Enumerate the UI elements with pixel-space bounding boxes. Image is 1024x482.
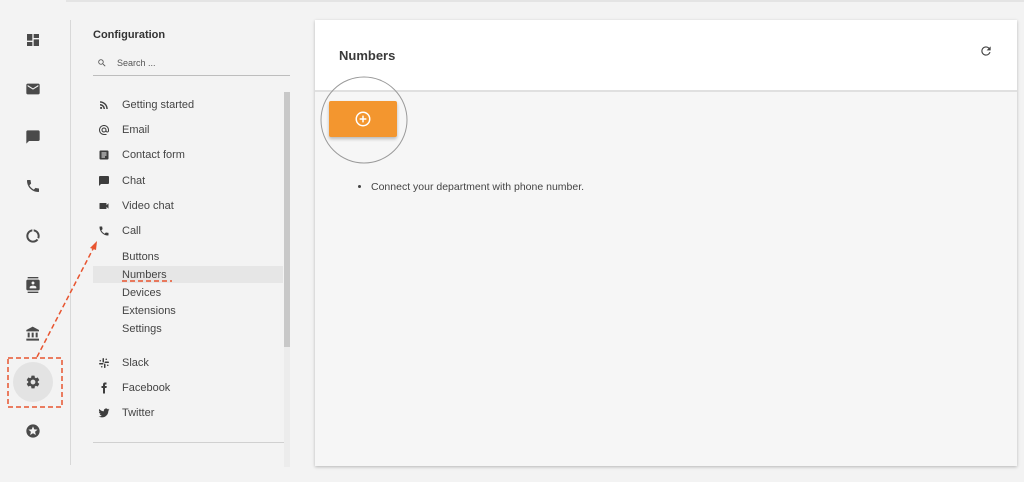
twitter-icon <box>97 406 111 420</box>
settings-gear-icon <box>26 375 40 389</box>
nav-scrollbar-thumb[interactable] <box>284 92 290 347</box>
rail-settings-button[interactable] <box>13 362 53 402</box>
rail-star-button[interactable] <box>13 411 53 451</box>
nav-item-contact-form[interactable]: Contact form <box>93 145 283 165</box>
rail-dashboard-button[interactable] <box>13 20 53 60</box>
search-input[interactable] <box>117 55 285 71</box>
icon-rail <box>0 0 66 482</box>
help-list: Connect your department with phone numbe… <box>371 181 584 193</box>
rail-divider <box>70 20 71 465</box>
nav-item-label: Video chat <box>122 200 174 212</box>
at-sign-icon <box>97 123 111 137</box>
nav-item-twitter[interactable]: Twitter <box>93 403 283 423</box>
nav-item-label: Email <box>122 124 150 136</box>
nav-item-label: Chat <box>122 175 146 187</box>
refresh-icon <box>981 46 991 56</box>
nav-item-call[interactable]: Call <box>93 221 283 241</box>
star-badge-icon <box>26 424 40 438</box>
config-bottom-divider <box>93 442 284 443</box>
add-number-button[interactable] <box>329 101 397 137</box>
nav-item-label: Call <box>122 225 141 237</box>
plus-circle-icon <box>355 111 371 127</box>
nav-item-label: Contact form <box>122 149 185 161</box>
nav-item-getting-started[interactable]: Getting started <box>93 95 283 115</box>
rail-phone-button[interactable] <box>13 166 53 206</box>
help-text: Connect your department with phone numbe… <box>371 181 584 193</box>
page-title: Numbers <box>339 48 396 63</box>
sub-item-numbers[interactable]: Numbers <box>93 266 283 283</box>
nav-item-label: Getting started <box>122 99 195 111</box>
nav-item-chat[interactable]: Chat <box>93 171 283 191</box>
facebook-icon <box>97 381 111 395</box>
refresh-button[interactable] <box>979 44 995 60</box>
dashboard-icon <box>27 34 39 46</box>
mail-icon <box>26 83 40 95</box>
sub-item-devices[interactable]: Devices <box>93 284 283 301</box>
nav-item-label: Facebook <box>122 382 171 394</box>
form-icon <box>97 148 111 162</box>
bank-icon <box>26 326 39 341</box>
card-header: Numbers <box>315 20 1017 92</box>
nav-item-facebook[interactable]: Facebook <box>93 378 283 398</box>
sub-item-buttons[interactable]: Buttons <box>93 248 283 265</box>
rail-contacts-button[interactable] <box>13 265 53 305</box>
numbers-card: Numbers Connect your department with pho… <box>315 20 1017 466</box>
search-box <box>93 52 290 76</box>
chat-icon <box>26 130 40 144</box>
rail-chat-button[interactable] <box>13 117 53 157</box>
slack-icon <box>97 356 111 370</box>
sub-item-settings[interactable]: Settings <box>93 320 283 337</box>
chat-bubble-icon <box>97 174 111 188</box>
rail-mail-button[interactable] <box>13 69 53 109</box>
phone-icon <box>27 180 39 192</box>
nav-item-video-chat[interactable]: Video chat <box>93 196 283 216</box>
reports-icon <box>26 229 40 243</box>
rail-bank-button[interactable] <box>13 314 53 354</box>
rss-icon <box>97 98 111 112</box>
nav-item-label: Slack <box>122 357 149 369</box>
search-icon <box>98 59 106 67</box>
nav-item-slack[interactable]: Slack <box>93 353 283 373</box>
nav-item-email[interactable]: Email <box>93 120 283 140</box>
video-camera-icon <box>97 199 111 213</box>
phone-icon <box>97 224 111 238</box>
configuration-panel: Configuration Getting started Email Cont… <box>72 0 300 482</box>
configuration-title: Configuration <box>93 29 166 41</box>
sub-item-extensions[interactable]: Extensions <box>93 302 283 319</box>
rail-reports-button[interactable] <box>13 216 53 256</box>
contacts-icon <box>26 277 40 293</box>
nav-item-label: Twitter <box>122 407 155 419</box>
